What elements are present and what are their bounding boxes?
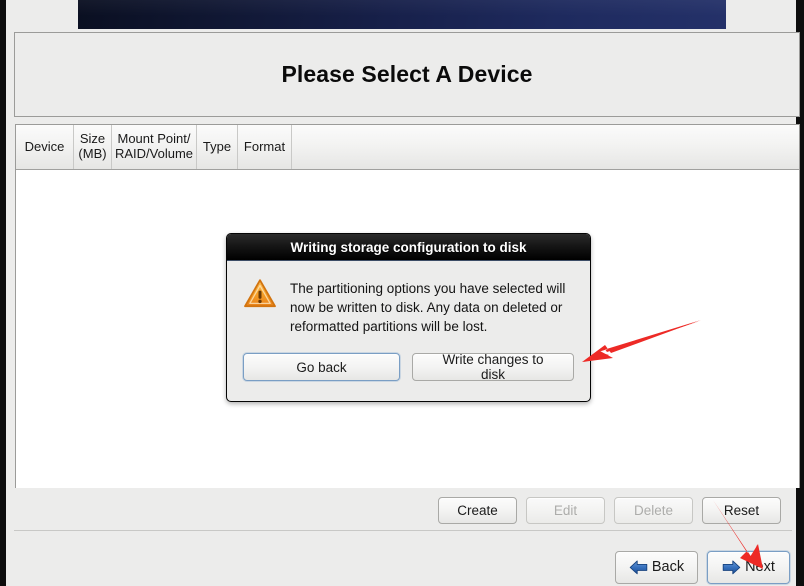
delete-button-label: Delete xyxy=(633,502,674,518)
dialog-message: The partitioning options you have select… xyxy=(290,281,566,335)
page-title: Please Select A Device xyxy=(281,61,533,87)
back-button-label: Back xyxy=(651,559,685,575)
arrow-right-icon xyxy=(722,560,741,574)
table-header-cell[interactable]: Type xyxy=(197,125,238,169)
write-changes-to-disk-button[interactable]: Write changes to disk xyxy=(412,352,574,383)
delete-button: Delete xyxy=(614,496,693,524)
edit-button: Edit xyxy=(526,496,605,524)
warning-triangle-icon xyxy=(244,279,276,308)
table-header-row: Device Size (MB) Mount Point/ RAID/Volume T… xyxy=(16,125,799,170)
table-header-filler xyxy=(292,125,799,169)
create-button[interactable]: Create xyxy=(438,496,517,524)
reset-button[interactable]: Reset xyxy=(702,496,781,524)
table-header-cell[interactable]: Format xyxy=(238,125,292,169)
back-button[interactable]: Back xyxy=(615,550,698,584)
table-header-cell[interactable]: Device xyxy=(16,125,74,169)
table-header-cell[interactable]: Mount Point/ RAID/Volume xyxy=(112,125,197,169)
application-surface: Please Select A Device Device Size (MB) Mo… xyxy=(6,0,800,586)
title-panel: Please Select A Device xyxy=(14,32,800,117)
footer-separator xyxy=(14,530,792,531)
go-back-button[interactable]: Go back xyxy=(243,353,401,382)
next-button-label: Next xyxy=(745,559,775,575)
edit-button-label: Edit xyxy=(553,502,578,518)
installer-banner xyxy=(78,0,726,29)
write-storage-dialog: Writing storage configuration to disk Th… xyxy=(226,233,591,403)
navigation-toolbar: Back Next xyxy=(6,549,796,585)
partition-action-toolbar: Create Edit Delete Reset xyxy=(6,495,796,525)
go-back-button-label: Go back xyxy=(296,359,347,375)
banner-sheen xyxy=(78,0,726,16)
write-changes-button-label: Write changes to disk xyxy=(442,352,544,383)
table-header-cell[interactable]: Size (MB) xyxy=(74,125,112,169)
dialog-title: Writing storage configuration to disk xyxy=(227,234,590,261)
create-button-label: Create xyxy=(457,502,498,518)
reset-button-label: Reset xyxy=(723,502,760,518)
dialog-body: The partitioning options you have select… xyxy=(227,261,590,336)
application-window: Please Select A Device Device Size (MB) Mo… xyxy=(0,0,804,586)
dialog-button-row: Go back Write changes to disk xyxy=(227,336,590,401)
arrow-left-icon xyxy=(629,560,648,574)
next-button[interactable]: Next xyxy=(707,550,790,584)
